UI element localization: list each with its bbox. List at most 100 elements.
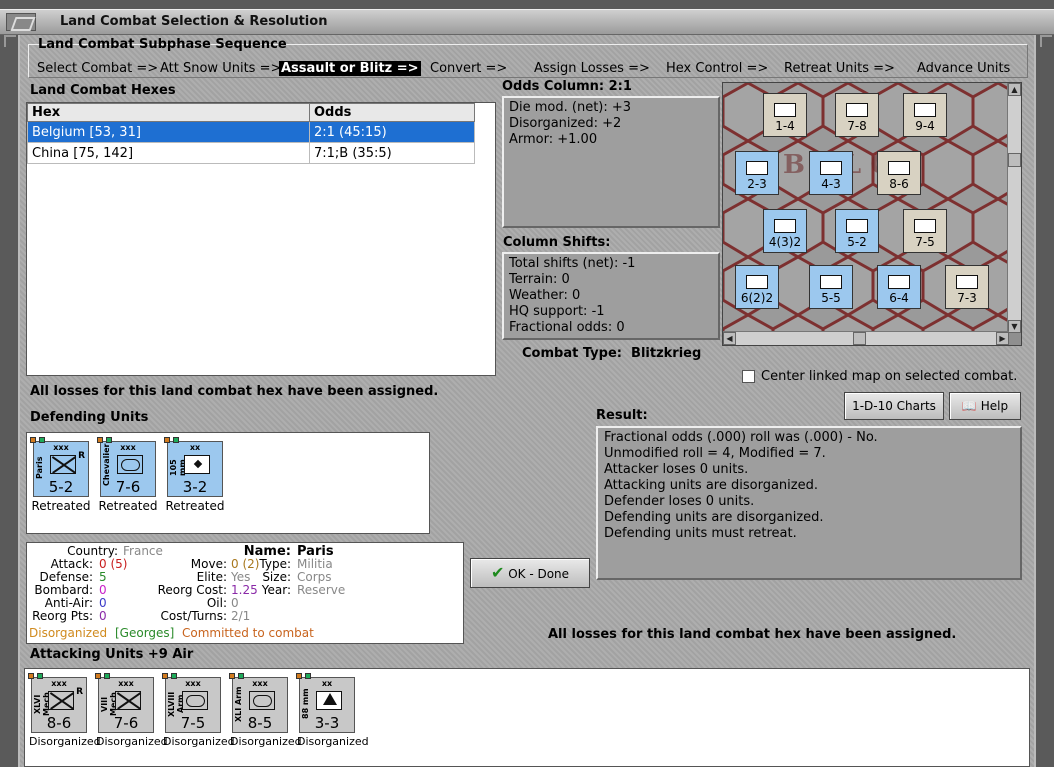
frame-top: [0, 0, 1054, 9]
map-unit-counter[interactable]: 1-4: [763, 93, 807, 137]
unit-type-icon: [956, 275, 978, 289]
frame-right: [1034, 35, 1054, 767]
move-paren: (2): [242, 557, 260, 571]
odds-column-header[interactable]: Odds: [309, 103, 475, 122]
unit-counter[interactable]: xxx XLVI Mech R 8-6: [28, 673, 87, 733]
unit-counter[interactable]: xx 88 mm 3-3: [296, 673, 355, 733]
unit-counter[interactable]: xxx Chevalier 7-6: [97, 437, 156, 497]
map-unit-strength: 2-3: [747, 177, 767, 191]
charts-button[interactable]: 1-D-10 Charts: [844, 392, 944, 420]
map-horizontal-scrollbar[interactable]: ◀ ▶: [723, 331, 1009, 345]
map-unit-counter[interactable]: 8-6: [877, 151, 921, 195]
system-menu-icon[interactable]: [6, 13, 36, 31]
attacking-unit[interactable]: xxx XLI Arm 8-5 Disorganized: [229, 673, 302, 748]
ok-done-label: OK - Done: [508, 567, 570, 581]
defending-unit[interactable]: xxx Paris R 5-2 Retreated: [30, 437, 91, 513]
scroll-up-icon[interactable]: ▲: [1008, 83, 1021, 96]
result-line: Defending units must retreat.: [604, 526, 797, 541]
unit-type-icon: [888, 161, 910, 175]
scroll-left-icon[interactable]: ◀: [723, 332, 736, 345]
attacking-unit[interactable]: xx 88 mm 3-3 Disorganized: [296, 673, 369, 748]
result-label: Result:: [596, 408, 648, 423]
unit-type-icon: [820, 275, 842, 289]
reorg-pts-value: 0: [99, 609, 107, 623]
shift-line: Fractional odds: 0: [509, 320, 625, 335]
scroll-down-icon[interactable]: ▼: [1008, 320, 1021, 333]
map-unit-strength: 5-2: [847, 235, 867, 249]
hex-column-header[interactable]: Hex: [27, 103, 310, 122]
odds-line: Disorganized: +2: [509, 116, 622, 131]
map-unit-counter[interactable]: 7-5: [903, 209, 947, 253]
shift-line: Total shifts (net): -1: [509, 256, 636, 271]
map-unit-counter[interactable]: 2-3: [735, 151, 779, 195]
unit-strength: 3-2: [182, 478, 208, 496]
map-unit-counter[interactable]: 9-4: [903, 93, 947, 137]
country-value: France: [123, 544, 163, 558]
attack-number: 0: [99, 557, 107, 571]
center-map-checkbox[interactable]: [742, 370, 755, 383]
scroll-thumb[interactable]: [1008, 153, 1021, 167]
map-unit-counter[interactable]: 5-5: [809, 265, 853, 309]
title-bar[interactable]: Land Combat Selection & Resolution: [0, 9, 1054, 35]
losses-assigned-message: All losses for this land combat hex have…: [30, 384, 439, 399]
map-unit-counter[interactable]: 7-8: [835, 93, 879, 137]
defending-unit[interactable]: xx 105 mm 3-2 Retreated: [164, 437, 225, 513]
unit-status: Disorganized: [29, 735, 101, 748]
unit-type-icon: [117, 455, 143, 474]
scroll-thumb[interactable]: [853, 332, 866, 345]
map-unit-counter[interactable]: 6(2)2: [735, 265, 779, 309]
hexes-label: Land Combat Hexes: [30, 83, 176, 98]
table-row[interactable]: China [75, 142] 7:1;B (35:5): [27, 142, 475, 164]
odds-cell: 2:1 (45:15): [309, 121, 475, 143]
step-advance: Advance Units: [917, 61, 1011, 76]
unit-strength: 5-2: [48, 478, 74, 496]
unit-type-icon: [249, 691, 275, 710]
map-unit-counter[interactable]: 7-3: [945, 265, 989, 309]
scroll-right-icon[interactable]: ▶: [996, 332, 1009, 345]
defending-unit[interactable]: xxx Chevalier 7-6 Retreated: [97, 437, 158, 513]
result-line: Defender loses 0 units.: [604, 494, 755, 509]
reorg-pts-key: Reorg Pts:: [32, 609, 93, 623]
unit-strength: 3-3: [314, 714, 340, 732]
unit-counter[interactable]: xxx XLI Arm 8-5: [229, 673, 288, 733]
losses-assigned-message-2: All losses for this land combat hex have…: [548, 627, 957, 642]
map-unit-counter[interactable]: 5-2: [835, 209, 879, 253]
map-vertical-scrollbar[interactable]: ▲ ▼: [1007, 83, 1021, 333]
map-unit-counter[interactable]: 4-3: [809, 151, 853, 195]
result-line: Attacker loses 0 units.: [604, 462, 749, 477]
step-convert: Convert =>: [430, 61, 508, 76]
attacking-unit[interactable]: xxx VIII Mech 7-6 Disorganized: [95, 673, 168, 748]
unit-type-icon: [774, 103, 796, 117]
unit-info-panel: Country: France Attack: 0 (5) Defense: 5…: [26, 542, 464, 644]
attacking-label: Attacking Units +9 Air: [30, 647, 194, 662]
unit-counter[interactable]: xx 105 mm 3-2: [164, 437, 223, 497]
hex-cell: China [75, 142]: [27, 142, 310, 164]
ok-done-button[interactable]: ✔ OK - Done: [470, 558, 590, 588]
map-unit-strength: 7-3: [957, 291, 977, 305]
unit-type-icon: [914, 219, 936, 233]
unit-strength: 7-6: [113, 714, 139, 732]
unit-type-icon: [846, 219, 868, 233]
unit-counter[interactable]: xxx VIII Mech 7-6: [95, 673, 154, 733]
defending-units-panel: xxx Paris R 5-2 Retreated xxx Chevalier 7-6 Retr…: [26, 432, 430, 534]
unit-type-icon: [184, 455, 210, 474]
combat-hexes-list[interactable]: Hex Odds Belgium [53, 31] 2:1 (45:15) Ch…: [26, 102, 496, 376]
column-shifts-box: Total shifts (net): -1 Terrain: 0 Weathe…: [502, 252, 720, 340]
unit-type-icon: [316, 691, 342, 710]
linked-map[interactable]: B E L G 1-47-89-42-34-38-64(3)25-27-56(2…: [722, 82, 1022, 346]
attacking-unit[interactable]: xxx XLVI Mech R 8-6 Disorganized: [28, 673, 101, 748]
hexes-table: Hex Odds Belgium [53, 31] 2:1 (45:15) Ch…: [27, 103, 475, 164]
map-unit-counter[interactable]: 4(3)2: [763, 209, 807, 253]
unit-counter[interactable]: xxx Paris R 5-2: [30, 437, 89, 497]
status-hq: [Georges]: [115, 626, 175, 640]
unit-strength: 8-5: [247, 714, 273, 732]
map-unit-counter[interactable]: 6-4: [877, 265, 921, 309]
attacking-unit[interactable]: xxx XLVIII Arm 7-5 Disorganized: [162, 673, 235, 748]
unit-counter[interactable]: xxx XLVIII Arm 7-5: [162, 673, 221, 733]
help-button[interactable]: 📖 Help: [949, 392, 1021, 420]
shift-line: HQ support: -1: [509, 304, 605, 319]
reserve-marker: R: [76, 687, 83, 697]
unit-type-icon: [48, 691, 74, 710]
unit-strength: 7-5: [180, 714, 206, 732]
table-row[interactable]: Belgium [53, 31] 2:1 (45:15): [27, 121, 475, 143]
